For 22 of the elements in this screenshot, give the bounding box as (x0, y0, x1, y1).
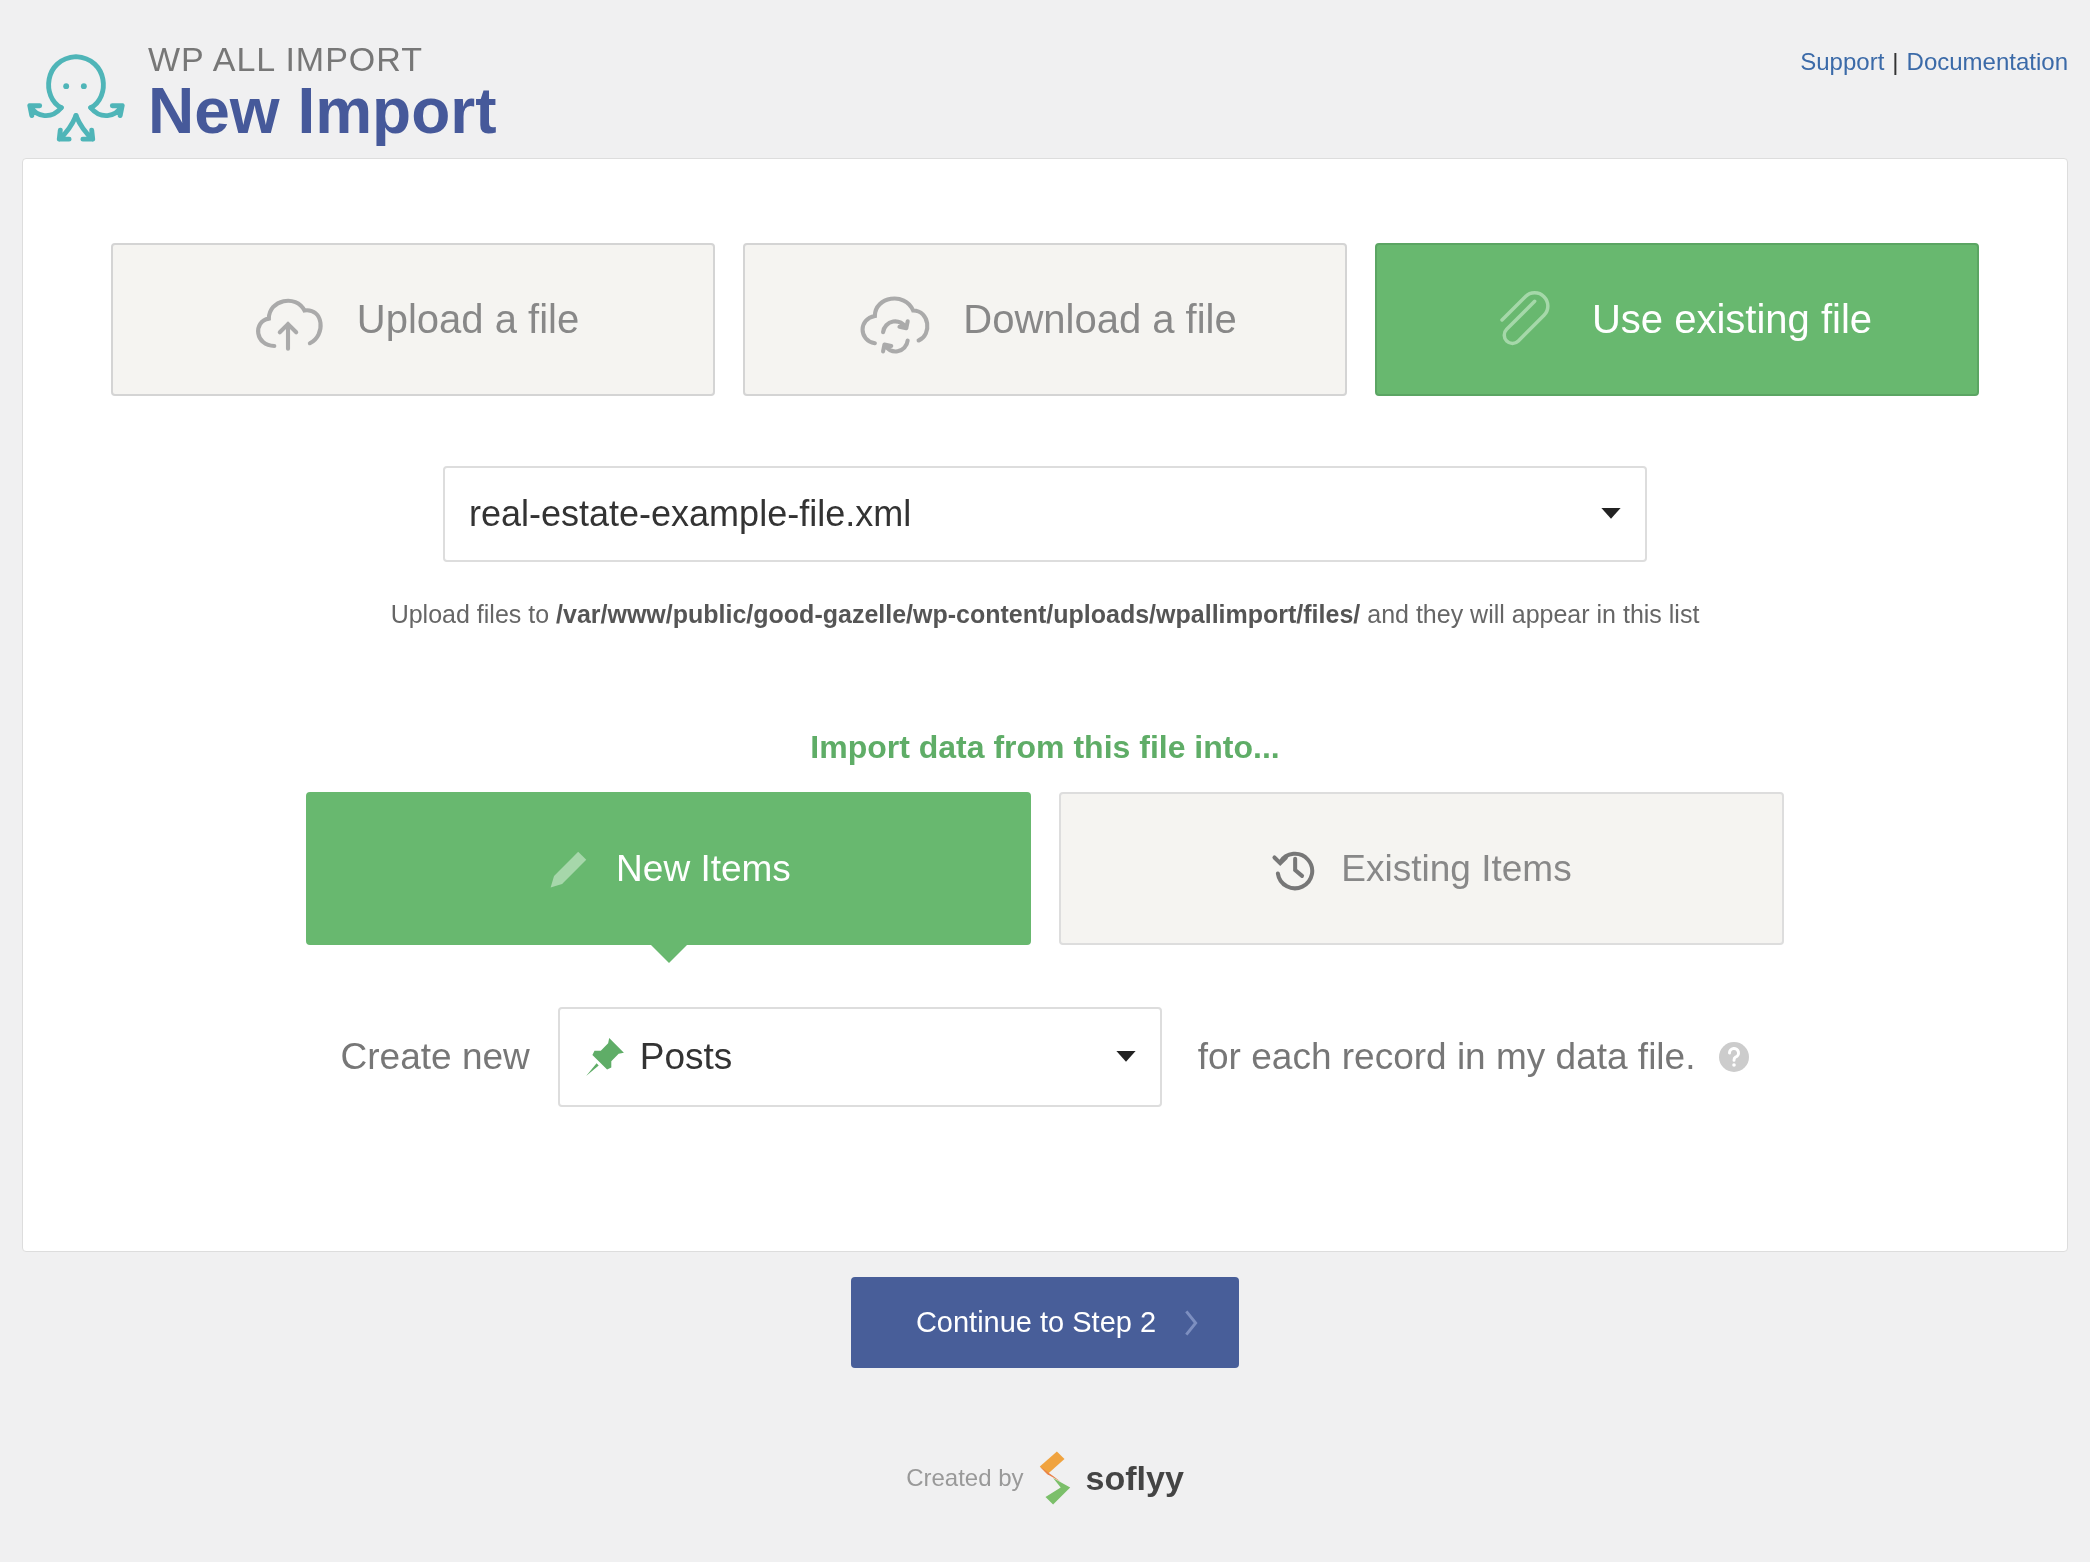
source-option-button[interactable]: Upload a file (111, 243, 715, 396)
upload-hint: Upload files to /var/www/public/good-gazelle/wp-content/uploads/wpallimport/files/ and they will appear in this list (390, 600, 1700, 629)
import-heading: Import data from this file into... (810, 729, 1280, 766)
product-name: WP ALL IMPORT (148, 40, 424, 79)
create-new-label: Create new (340, 1036, 530, 1078)
dropdown-caret-icon (1115, 1051, 1136, 1063)
dropdown-caret-icon (1601, 508, 1621, 520)
page-title: New Import (148, 78, 497, 146)
file-select[interactable]: real-estate-example-file.xml (443, 466, 1647, 562)
chevron-right-icon (1184, 1308, 1199, 1337)
help-icon[interactable] (1719, 1042, 1750, 1072)
company-name: soflyy (1085, 1458, 1184, 1498)
link-separator: | (1892, 48, 1899, 76)
source-option-button[interactable]: Download a file (743, 243, 1347, 396)
help-link[interactable]: Support (1800, 48, 1885, 76)
help-link[interactable]: Documentation (1906, 48, 2068, 76)
post-type-select[interactable]: Posts (557, 1007, 1162, 1107)
pushpin-icon (583, 1036, 626, 1078)
continue-button[interactable]: Continue to Step 2 (851, 1277, 1239, 1368)
import-mode-button[interactable]: Existing Items (1059, 792, 1784, 945)
credit-text: Created by (906, 1464, 1024, 1492)
create-new-suffix: for each record in my data file. (1197, 1036, 1696, 1078)
